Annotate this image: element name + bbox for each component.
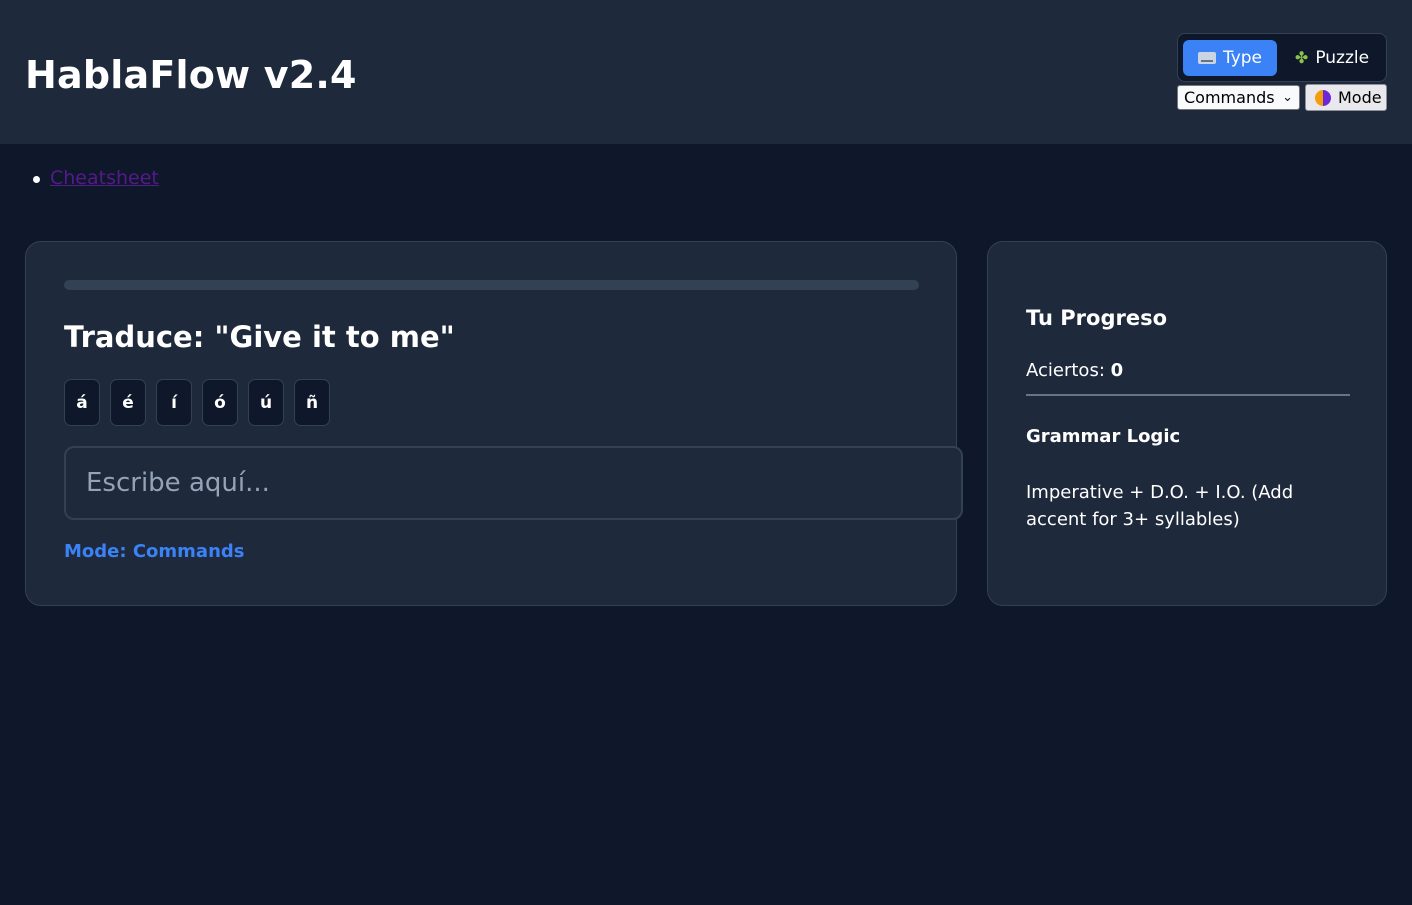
accent-keys: á é í ó ú ñ — [64, 379, 330, 426]
half-moon-icon — [1315, 89, 1331, 106]
topic-select-value: Commands — [1184, 88, 1275, 107]
score-value: 0 — [1110, 360, 1124, 381]
cheatsheet-link[interactable]: Cheatsheet — [50, 167, 159, 189]
theme-mode-label: Mode — [1338, 88, 1382, 107]
app-title: HablaFlow v2.4 — [25, 53, 357, 97]
grammar-logic-title: Grammar Logic — [1026, 426, 1181, 447]
chevron-down-icon: ⌄ — [1282, 90, 1293, 105]
progress-bar — [64, 280, 919, 290]
grammar-logic-text: Imperative + D.O. + I.O. (Add accent for… — [1026, 482, 1294, 530]
accent-key-a[interactable]: á — [64, 379, 100, 426]
accent-key-n[interactable]: ñ — [294, 379, 330, 426]
puzzle-piece-icon: ✤ — [1294, 48, 1309, 67]
accent-key-o[interactable]: ó — [202, 379, 238, 426]
list-bullet — [33, 176, 40, 183]
accent-key-u[interactable]: ú — [248, 379, 284, 426]
exercise-prompt: Traduce: "Give it to me" — [64, 320, 455, 354]
answer-input[interactable] — [64, 446, 963, 520]
puzzle-mode-label: Puzzle — [1315, 48, 1370, 68]
app-header: HablaFlow v2.4 Type ✤ Puzzle Commands ⌄ … — [0, 0, 1412, 144]
score-line: Aciertos: 0 — [1026, 360, 1123, 381]
topic-select[interactable]: Commands ⌄ — [1177, 85, 1300, 110]
keyboard-icon — [1197, 52, 1216, 64]
progress-card: Tu Progreso Aciertos: 0 Grammar Logic Im… — [987, 241, 1387, 606]
mode-label: Mode: Commands — [64, 541, 245, 562]
type-mode-button[interactable]: Type — [1183, 40, 1277, 76]
accent-key-i[interactable]: í — [156, 379, 192, 426]
type-mode-label: Type — [1222, 48, 1263, 68]
progress-title: Tu Progreso — [1026, 306, 1168, 330]
exercise-card: Traduce: "Give it to me" á é í ó ú ñ Mod… — [25, 241, 963, 606]
view-toggle: Type ✤ Puzzle — [1177, 33, 1387, 82]
score-label: Aciertos: — [1026, 360, 1111, 381]
puzzle-mode-button[interactable]: ✤ Puzzle — [1282, 40, 1382, 76]
accent-key-e[interactable]: é — [110, 379, 146, 426]
divider — [1026, 394, 1350, 396]
theme-mode-button[interactable]: Mode — [1305, 84, 1387, 111]
